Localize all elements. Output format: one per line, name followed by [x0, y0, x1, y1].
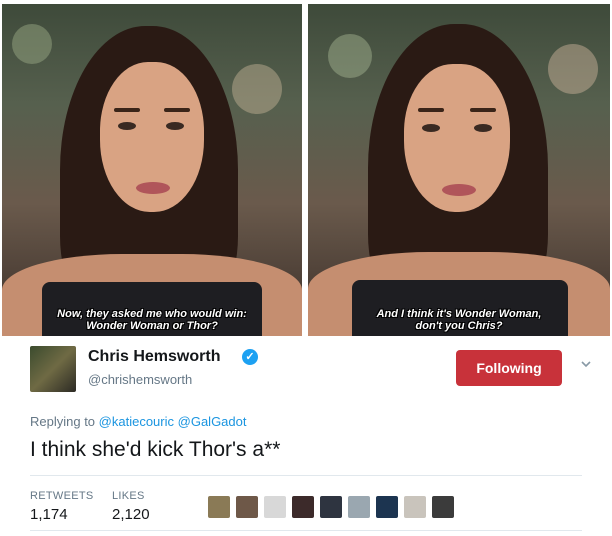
liker-avatar[interactable]: [432, 496, 454, 518]
divider: [30, 530, 582, 531]
eyebrow: [164, 108, 190, 112]
meme-panels: Now, they asked me who would win: Wonder…: [0, 0, 612, 340]
right-caption-line-1: And I think it's Wonder Woman,: [376, 308, 542, 320]
background-bokeh: [328, 34, 372, 78]
profile-avatar[interactable]: [30, 346, 76, 392]
left-caption-line-1: Now, they asked me who would win:: [57, 308, 247, 320]
replying-to-line: Replying to @katiecouric @GalGadot: [30, 414, 246, 429]
display-name[interactable]: Chris Hemsworth: [88, 348, 220, 366]
left-photo-panel: Now, they asked me who would win: Wonder…: [2, 4, 302, 336]
verified-check-icon: ✓: [242, 349, 258, 365]
eye: [474, 124, 492, 132]
left-caption: Now, they asked me who would win: Wonder…: [2, 308, 302, 332]
liker-avatar[interactable]: [404, 496, 426, 518]
liker-avatar[interactable]: [236, 496, 258, 518]
chevron-down-icon[interactable]: [580, 358, 592, 370]
mention-link[interactable]: @katiecouric: [99, 414, 174, 429]
retweets-label[interactable]: RETWEETS: [30, 490, 94, 502]
divider: [30, 475, 582, 476]
mention-link[interactable]: @GalGadot: [178, 414, 247, 429]
background-bokeh: [12, 24, 52, 64]
following-button[interactable]: Following: [456, 350, 562, 386]
liker-avatar[interactable]: [320, 496, 342, 518]
retweets-count[interactable]: 1,174: [30, 506, 68, 523]
tweet-text: I think she'd kick Thor's a**: [30, 438, 281, 461]
eye: [118, 122, 136, 130]
liker-avatar[interactable]: [208, 496, 230, 518]
right-photo-panel: And I think it's Wonder Woman, don't you…: [308, 4, 610, 336]
user-handle[interactable]: @chrishemsworth: [88, 372, 192, 387]
left-caption-line-2: Wonder Woman or Thor?: [86, 320, 218, 332]
liker-avatar[interactable]: [264, 496, 286, 518]
eye: [166, 122, 184, 130]
lips: [442, 184, 476, 196]
liker-avatar[interactable]: [376, 496, 398, 518]
lips: [136, 182, 170, 194]
eyebrow: [418, 108, 444, 112]
liker-avatar[interactable]: [348, 496, 370, 518]
eye: [422, 124, 440, 132]
likes-count[interactable]: 2,120: [112, 506, 150, 523]
eyebrow: [114, 108, 140, 112]
liker-avatar[interactable]: [292, 496, 314, 518]
likes-label[interactable]: LIKES: [112, 490, 145, 502]
right-caption: And I think it's Wonder Woman, don't you…: [308, 308, 610, 332]
background-bokeh: [232, 64, 282, 114]
right-caption-line-2: don't you Chris?: [415, 320, 503, 332]
replying-prefix: Replying to: [30, 414, 96, 429]
background-bokeh: [548, 44, 598, 94]
eyebrow: [470, 108, 496, 112]
tweet-card: Chris Hemsworth ✓ @chrishemsworth Follow…: [0, 338, 612, 536]
